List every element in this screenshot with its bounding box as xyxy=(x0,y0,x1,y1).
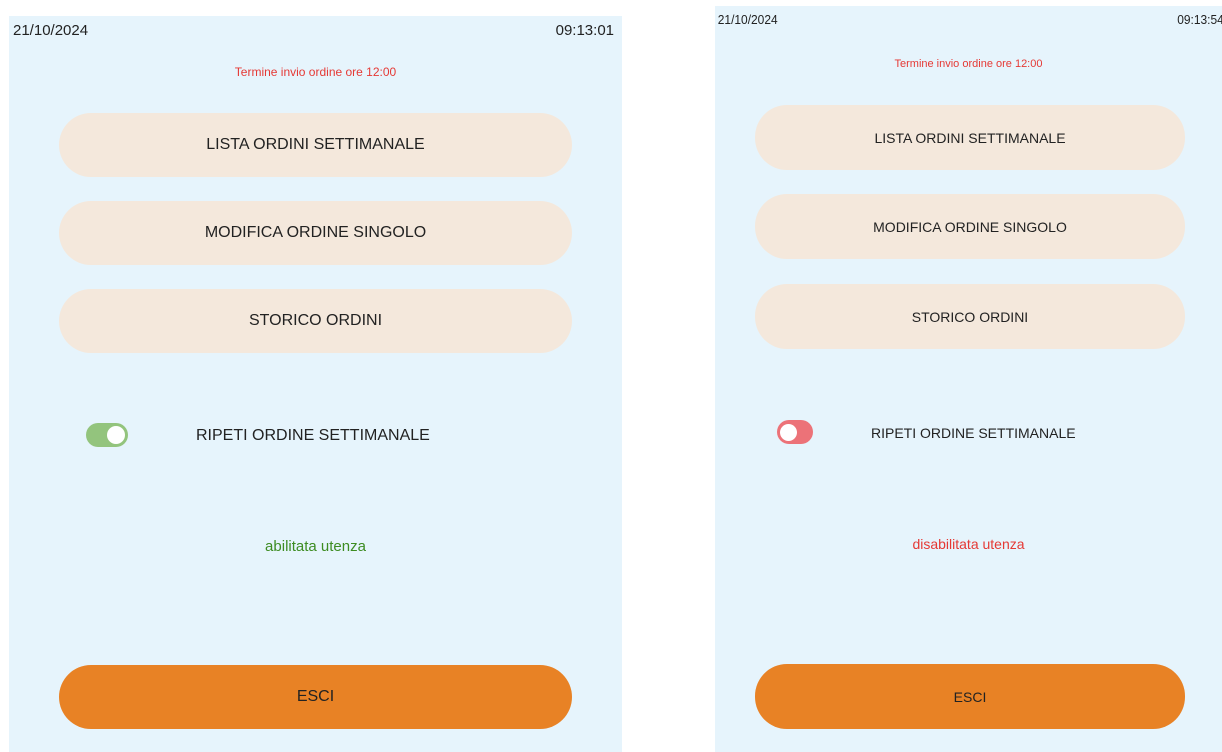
deadline-notice: Termine invio ordine ore 12:00 xyxy=(234,65,397,79)
weekly-orders-list-button[interactable]: LISTA ORDINI SETTIMANALE xyxy=(59,113,572,177)
clock-label: 09:13:01 xyxy=(555,22,614,39)
toggle-knob xyxy=(107,426,125,444)
order-history-button[interactable]: STORICO ORDINI xyxy=(755,284,1185,349)
screen-disabled: 21/10/2024 09:13:54 Termine invio ordine… xyxy=(715,6,1222,752)
weekly-orders-list-button[interactable]: LISTA ORDINI SETTIMANALE xyxy=(755,105,1185,170)
edit-single-order-button[interactable]: MODIFICA ORDINE SINGOLO xyxy=(755,194,1185,259)
header-bar: 21/10/2024 09:13:54 xyxy=(715,6,1222,27)
user-status-text: disabilitata utenza xyxy=(912,536,1025,552)
repeat-weekly-order-toggle[interactable] xyxy=(86,423,128,447)
date-label: 21/10/2024 xyxy=(717,12,778,27)
order-history-button[interactable]: STORICO ORDINI xyxy=(59,289,572,353)
repeat-weekly-order-label: RIPETI ORDINE SETTIMANALE xyxy=(196,427,430,444)
clock-label: 09:13:54 xyxy=(1177,12,1222,27)
date-label: 21/10/2024 xyxy=(13,22,89,39)
deadline-notice: Termine invio ordine ore 12:00 xyxy=(894,58,1043,70)
exit-button[interactable]: ESCI xyxy=(755,664,1185,729)
repeat-weekly-order-label: RIPETI ORDINE SETTIMANALE xyxy=(871,425,1076,441)
edit-single-order-button[interactable]: MODIFICA ORDINE SINGOLO xyxy=(59,201,572,265)
screen-enabled: 21/10/2024 09:13:01 Termine invio ordine… xyxy=(9,16,622,752)
toggle-knob xyxy=(780,423,797,441)
header-bar: 21/10/2024 09:13:01 xyxy=(9,16,622,39)
exit-button[interactable]: ESCI xyxy=(59,665,572,729)
repeat-weekly-order-toggle[interactable] xyxy=(777,420,813,444)
user-status-text: abilitata utenza xyxy=(265,538,366,555)
